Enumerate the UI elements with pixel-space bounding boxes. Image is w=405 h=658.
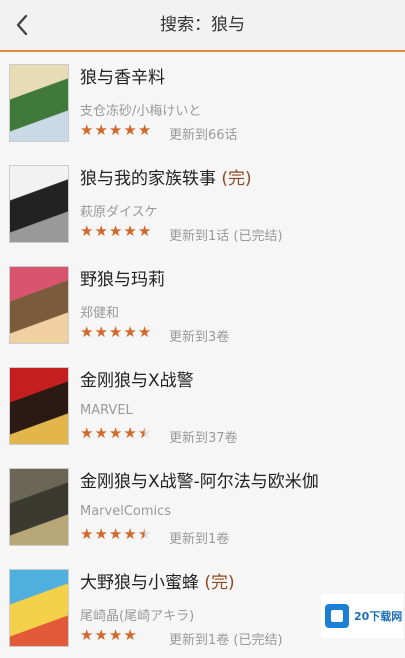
comic-title[interactable]: 大野狼与小蜜蜂 (完) bbox=[80, 568, 235, 593]
star-half-icon: ★ bbox=[137, 424, 152, 442]
star-filled-icon: ★ bbox=[94, 424, 108, 442]
update-status: 更新到37卷 bbox=[169, 431, 238, 446]
comic-title-text: 狼与香辛料 bbox=[80, 68, 165, 88]
rating-stars: ★★★★★ bbox=[80, 324, 151, 341]
author-name: MarvelComics bbox=[80, 504, 172, 519]
rating-stars: ★★★★★ bbox=[80, 223, 151, 240]
comic-title-text: 金刚狼与X战警 bbox=[80, 371, 194, 391]
star-filled-icon: ★ bbox=[108, 626, 123, 644]
comic-title[interactable]: 金刚狼与X战警-阿尔法与欧米伽 bbox=[80, 467, 319, 492]
result-item[interactable]: 金刚狼与X战警-阿尔法与欧米伽 MarvelComics ★ ★ ★ ★ ★ 更新到1卷 bbox=[0, 456, 405, 557]
star-filled-icon: ★ bbox=[80, 323, 94, 341]
rating-stars: ★★★★★ bbox=[80, 425, 151, 442]
comic-title-text: 狼与我的家族轶事 bbox=[80, 169, 216, 189]
cover-image[interactable] bbox=[9, 468, 69, 546]
star-filled-icon: ★ bbox=[123, 525, 137, 543]
star-filled-icon: ★ bbox=[80, 222, 94, 240]
star-filled-icon: ★ bbox=[123, 121, 137, 139]
completed-badge: (完) bbox=[221, 169, 252, 189]
star-filled-icon: ★ bbox=[123, 323, 137, 341]
rating-stars: ★★★★★ bbox=[80, 627, 151, 644]
star-filled-icon: ★ bbox=[80, 121, 94, 139]
top-bar: 搜索：狼与 bbox=[0, 0, 405, 52]
update-status: 更新到1卷 (已完结) bbox=[169, 633, 283, 648]
star-filled-icon: ★ bbox=[123, 424, 137, 442]
page-title: 搜索：狼与 bbox=[160, 15, 245, 35]
watermark-logo-icon bbox=[325, 604, 349, 628]
update-status: 更新到3卷 bbox=[169, 330, 230, 345]
star-filled-icon: ★ bbox=[123, 222, 137, 240]
search-results-list: 狼与香辛料 支仓冻砂/小梅けいと ★ ★ ★ ★ ★ 更新到66话 狼与我的家族轶事 (完) 萩原… bbox=[0, 52, 405, 658]
star-filled-icon: ★ bbox=[80, 424, 94, 442]
author-name: 萩原ダイスケ bbox=[80, 205, 158, 220]
author-name: 尾崎晶(尾崎アキラ) bbox=[80, 609, 195, 624]
result-item[interactable]: 狼与香辛料 支仓冻砂/小梅けいと ★ ★ ★ ★ ★ 更新到66话 bbox=[0, 52, 405, 153]
completed-badge: (完) bbox=[204, 573, 235, 593]
star-filled-icon: ★ bbox=[108, 323, 123, 341]
comic-title[interactable]: 狼与我的家族轶事 (完) bbox=[80, 164, 252, 189]
update-status: 更新到1卷 bbox=[169, 532, 230, 547]
rating-stars: ★★★★★ bbox=[80, 122, 151, 139]
author-name: 郑健和 bbox=[80, 306, 120, 321]
comic-title[interactable]: 金刚狼与X战警 bbox=[80, 366, 194, 391]
watermark-text: 20下载网 bbox=[354, 610, 403, 623]
update-status: 更新到66话 bbox=[169, 128, 238, 143]
cover-image[interactable] bbox=[9, 165, 69, 243]
star-filled-icon: ★ bbox=[108, 525, 123, 543]
author-name: 支仓冻砂/小梅けいと bbox=[80, 104, 202, 119]
star-filled-icon: ★ bbox=[137, 121, 152, 139]
star-filled-icon: ★ bbox=[80, 525, 94, 543]
star-filled-icon: ★ bbox=[94, 323, 108, 341]
comic-title[interactable]: 野狼与玛莉 bbox=[80, 265, 165, 290]
star-filled-icon: ★ bbox=[108, 121, 123, 139]
star-filled-icon: ★ bbox=[80, 626, 94, 644]
star-filled-icon: ★ bbox=[108, 424, 123, 442]
comic-title[interactable]: 狼与香辛料 bbox=[80, 63, 165, 88]
star-filled-icon: ★ bbox=[94, 626, 108, 644]
star-filled-icon: ★ bbox=[94, 222, 108, 240]
cover-image[interactable] bbox=[9, 64, 69, 142]
star-filled-icon: ★ bbox=[137, 323, 152, 341]
star-filled-icon: ★ bbox=[94, 525, 108, 543]
author-name: MARVEL bbox=[80, 403, 133, 418]
result-item[interactable]: 野狼与玛莉 郑健和 ★ ★ ★ ★ ★ 更新到3卷 bbox=[0, 254, 405, 355]
rating-stars: ★★★★★ bbox=[80, 526, 151, 543]
update-status: 更新到1话 (已完结) bbox=[169, 229, 283, 244]
cover-image[interactable] bbox=[9, 569, 69, 647]
star-filled-icon: ★ bbox=[123, 626, 137, 644]
star-filled-icon: ★ bbox=[137, 222, 152, 240]
result-item[interactable]: 金刚狼与X战警 MARVEL ★ ★ ★ ★ ★ 更新到37卷 bbox=[0, 355, 405, 456]
star-half-icon: ★ bbox=[137, 525, 152, 543]
result-item[interactable]: 狼与我的家族轶事 (完) 萩原ダイスケ ★ ★ ★ ★ ★ 更新到1话 (已完结) bbox=[0, 153, 405, 254]
comic-title-text: 大野狼与小蜜蜂 bbox=[80, 573, 199, 593]
comic-title-text: 金刚狼与X战警-阿尔法与欧米伽 bbox=[80, 472, 319, 492]
cover-image[interactable] bbox=[9, 266, 69, 344]
star-filled-icon: ★ bbox=[108, 222, 123, 240]
star-filled-icon: ★ bbox=[94, 121, 108, 139]
comic-title-text: 野狼与玛莉 bbox=[80, 270, 165, 290]
watermark: 20下载网 bbox=[321, 594, 403, 638]
cover-image[interactable] bbox=[9, 367, 69, 445]
